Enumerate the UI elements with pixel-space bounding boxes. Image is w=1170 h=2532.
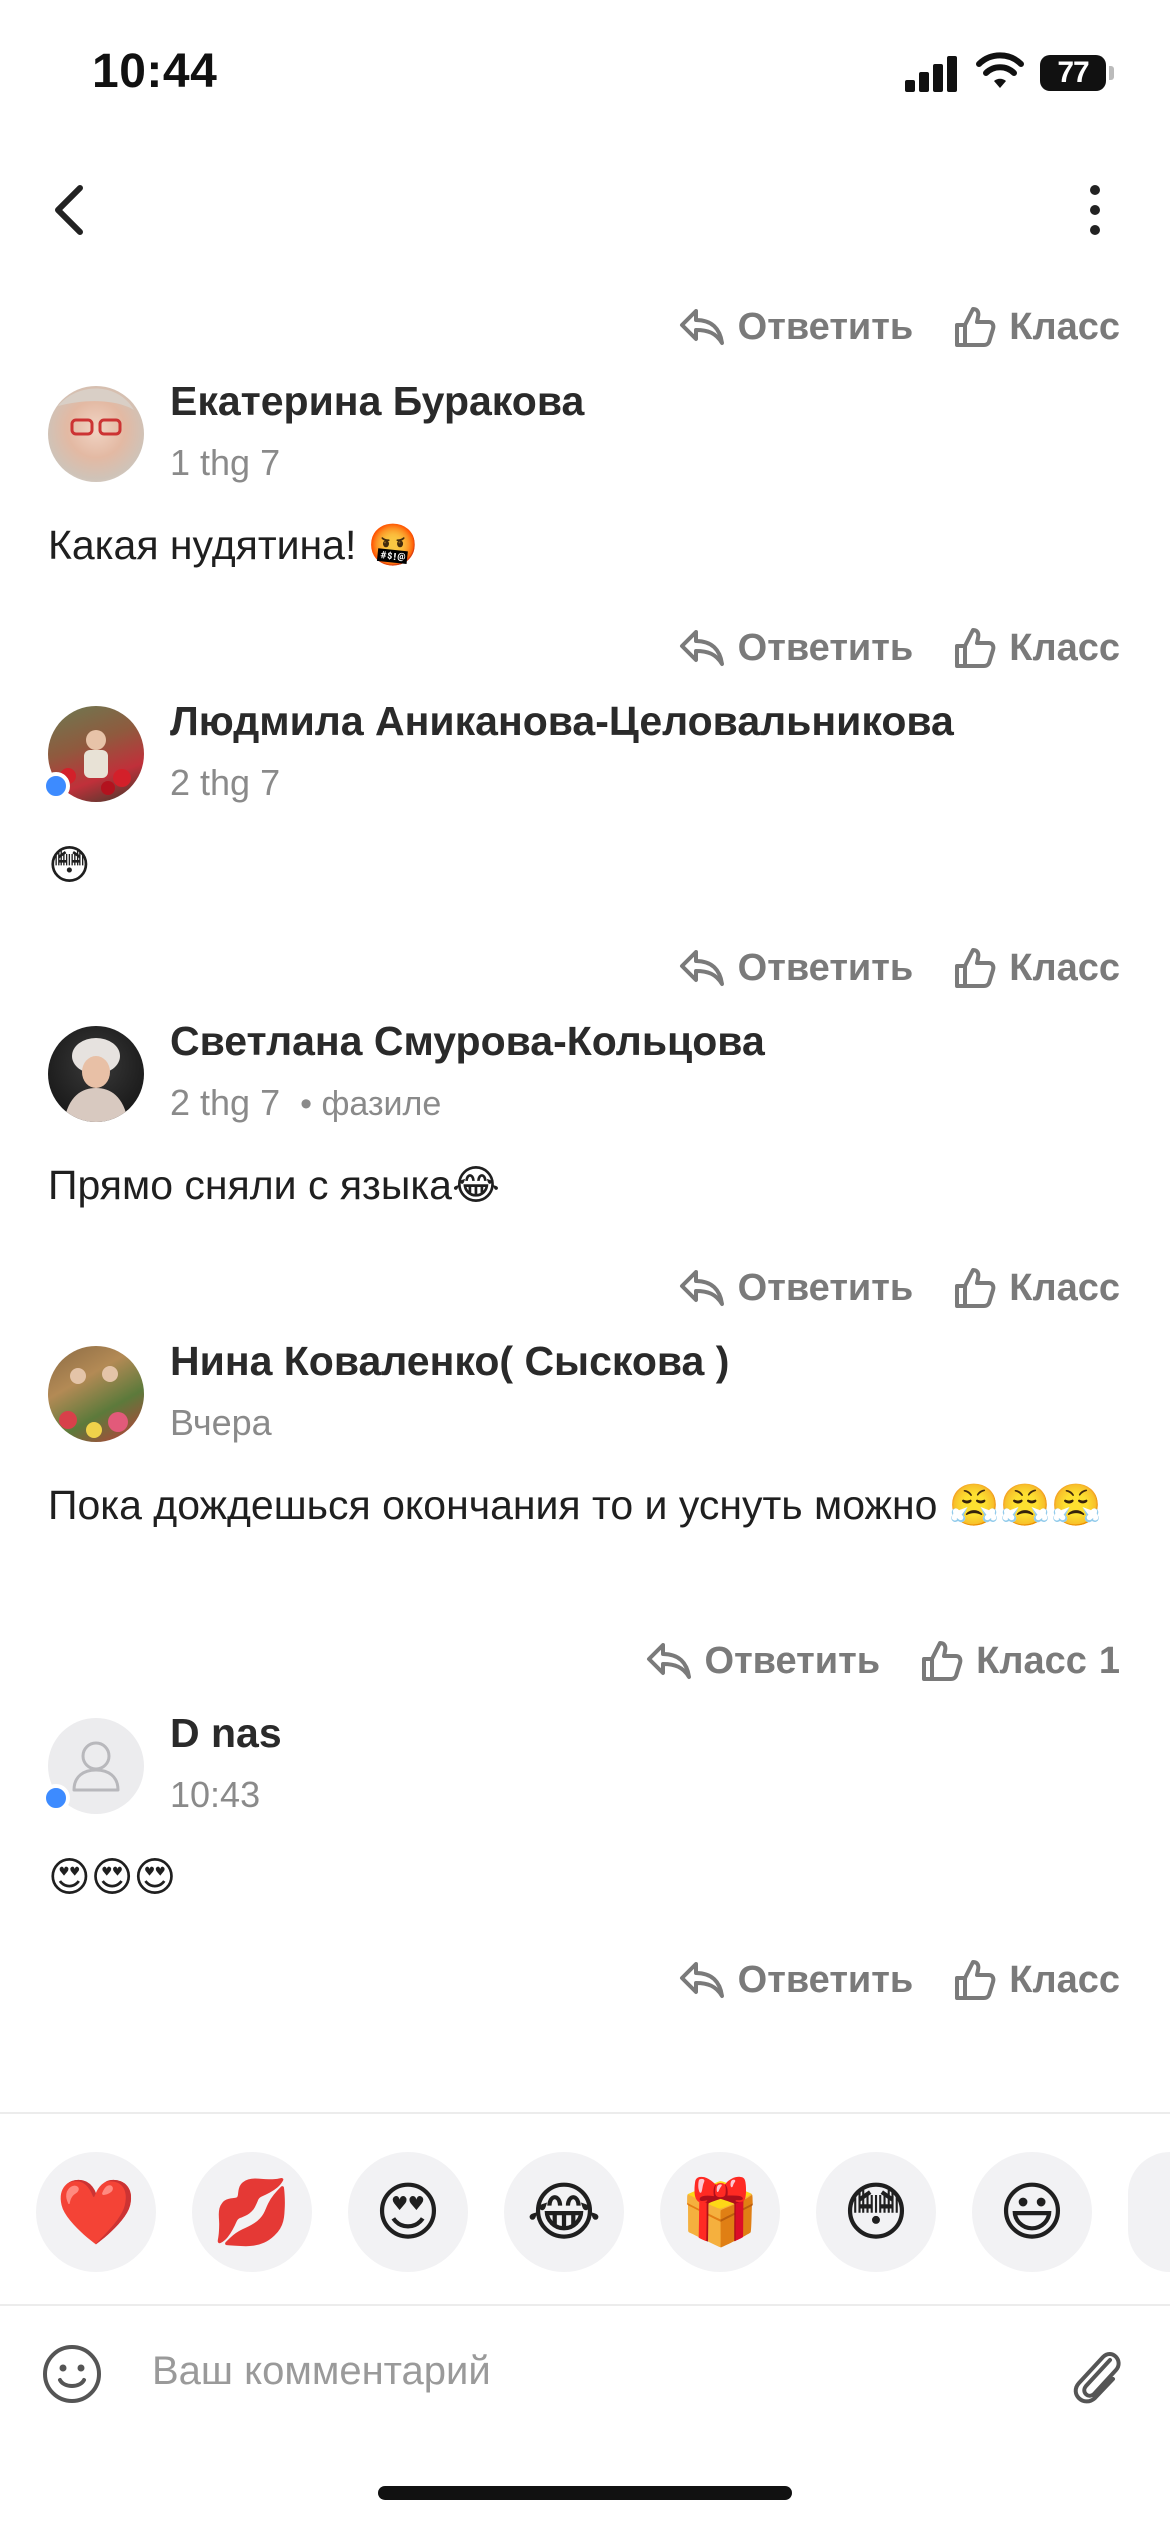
reply-label: Ответить (737, 626, 914, 669)
reply-icon (679, 950, 724, 986)
like-icon (955, 1268, 996, 1308)
avatar-photo (58, 388, 134, 436)
comment-text: Прямо сняли с языка😂 (48, 1162, 500, 1208)
like-label: Класс (1009, 626, 1120, 669)
like-button[interactable]: Класс (953, 1958, 1120, 2002)
avatar-photo (64, 1038, 128, 1122)
like-button[interactable]: Класс (953, 305, 1120, 349)
back-icon (55, 185, 83, 235)
reply-button[interactable]: Ответить (678, 946, 914, 990)
like-count: 1 (1098, 1639, 1120, 1682)
comment-author[interactable]: Екатерина Буракова (170, 378, 584, 425)
reply-label: Ответить (737, 1266, 914, 1309)
comment-time: 1 thg 7 (170, 442, 281, 483)
smile-icon[interactable] (40, 2342, 104, 2406)
battery-tip (1109, 66, 1114, 80)
signal-icon (905, 56, 957, 92)
reply-button[interactable]: Ответить (678, 305, 914, 349)
emoji-heart-eyes-button[interactable]: 😍 (348, 2152, 468, 2272)
emoji-laugh-button[interactable]: 😂 (504, 2152, 624, 2272)
like-icon (955, 1960, 996, 2000)
comment-composer (0, 2304, 1170, 2434)
comment-actions: Ответить Класс (678, 292, 1120, 362)
reply-button[interactable]: Ответить (645, 1639, 881, 1683)
comment-text: 😍😍😍 (48, 1853, 177, 1901)
emoji-more-button[interactable] (1128, 2152, 1170, 2272)
more-button[interactable] (1065, 175, 1125, 245)
nav-bar (0, 150, 1170, 270)
comment-actions: Ответить Класс 1 (645, 1626, 1120, 1696)
reply-icon (679, 1270, 724, 1306)
battery-indicator: 77 (1040, 55, 1106, 91)
like-label: Класс (976, 1639, 1087, 1682)
more-icon-dot (1090, 225, 1100, 235)
avatar[interactable] (48, 386, 144, 482)
comment-actions: Ответить Класс (678, 933, 1120, 1003)
emoji-kiss-button[interactable]: 💋 (192, 2152, 312, 2272)
online-indicator (42, 772, 70, 800)
comment-meta: 2 thg 7 • фазиле (170, 1082, 441, 1124)
comment-actions: Ответить Класс (678, 613, 1120, 683)
like-button[interactable]: Класс (953, 1266, 1120, 1310)
like-button[interactable]: Класс (953, 946, 1120, 990)
status-bar: 10:44 77 (0, 0, 1170, 150)
like-label: Класс (1009, 1266, 1120, 1309)
reply-icon (679, 630, 724, 666)
comment-time: Вчера (170, 1402, 272, 1443)
emoji-flushed-button[interactable]: 😳 (816, 2152, 936, 2272)
wifi-icon (976, 52, 1024, 88)
more-icon-dot (1090, 205, 1100, 215)
like-label: Класс (1009, 305, 1120, 348)
reply-button[interactable]: Ответить (678, 1958, 914, 2002)
like-icon (955, 307, 996, 347)
comment-extra: • фазиле (300, 1085, 442, 1123)
like-icon (922, 1641, 963, 1681)
like-label: Класс (1009, 1958, 1120, 2001)
quick-emoji-bar: ❤️ 💋 😍 😂 🎁 😳 😃 (0, 2112, 1170, 2302)
comment-author[interactable]: Светлана Смурова-Кольцова (170, 1018, 765, 1065)
like-label: Класс (1009, 946, 1120, 989)
reply-icon (679, 309, 724, 345)
reply-button[interactable]: Ответить (678, 1266, 914, 1310)
avatar[interactable] (48, 1346, 144, 1442)
home-indicator (378, 2486, 792, 2500)
comment-time: 2 thg 7 (170, 1082, 281, 1123)
reply-icon (679, 1962, 724, 1998)
comment-author[interactable]: D nas (170, 1710, 282, 1757)
comment-actions: Ответить Класс (678, 1945, 1120, 2015)
more-icon (1090, 185, 1100, 195)
online-indicator (42, 1784, 70, 1812)
reply-label: Ответить (737, 305, 914, 348)
comment-text: 😳 (48, 841, 91, 889)
avatar[interactable] (48, 1026, 144, 1122)
comment-author[interactable]: Людмила Аниканова-Целовальникова (170, 698, 954, 745)
reply-icon (646, 1643, 691, 1679)
emoji-heart-button[interactable]: ❤️ (36, 2152, 156, 2272)
attach-icon[interactable] (1066, 2338, 1126, 2408)
like-button[interactable]: Класс 1 (920, 1639, 1120, 1683)
emoji-gift-button[interactable]: 🎁 (660, 2152, 780, 2272)
comment-text: Пока дождешься окончания то и уснуть мож… (48, 1482, 1102, 1528)
like-button[interactable]: Класс (953, 626, 1120, 670)
emoji-smile-button[interactable]: 😃 (972, 2152, 1092, 2272)
comment-actions: Ответить Класс (678, 1253, 1120, 1323)
like-icon (955, 948, 996, 988)
reply-label: Ответить (737, 946, 914, 989)
comment-text: Какая нудятина! 🤬 (48, 522, 419, 568)
comment-time: 2 thg 7 (170, 762, 281, 803)
like-icon (955, 628, 996, 668)
reply-label: Ответить (737, 1958, 914, 2001)
avatar-photo (59, 1366, 128, 1438)
comment-author[interactable]: Нина Коваленко( Сыскова ) (170, 1338, 729, 1385)
back-button[interactable] (40, 180, 100, 240)
reply-button[interactable]: Ответить (678, 626, 914, 670)
status-time: 10:44 (92, 45, 218, 98)
comment-input[interactable] (152, 2336, 1032, 2406)
comment-time: 10:43 (170, 1774, 261, 1815)
reply-label: Ответить (704, 1639, 881, 1682)
